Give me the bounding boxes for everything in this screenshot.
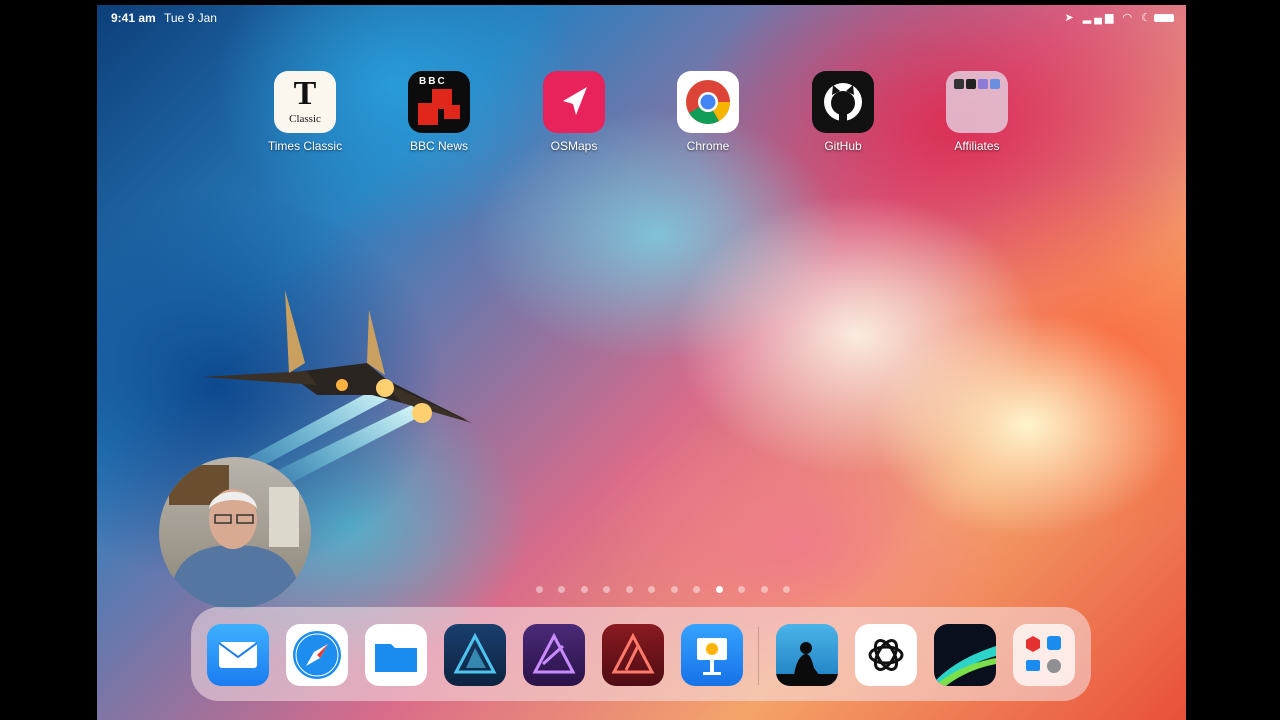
keynote-icon[interactable] — [681, 624, 743, 686]
folder-affiliates[interactable]: Affiliates — [937, 71, 1017, 153]
status-time: 9:41 am — [111, 11, 156, 25]
bbc-logo-text: BBC — [419, 76, 447, 87]
osmaps-icon — [543, 71, 605, 133]
page-dot — [625, 586, 633, 593]
ipad-home-screen: 9:41 am Tue 9 Jan ➤ ▂▄▆ ◠ ☾ T Classic Ti… — [97, 5, 1186, 720]
affinity-photo-icon[interactable] — [523, 624, 585, 686]
app-times-classic[interactable]: T Classic Times Classic — [265, 71, 345, 153]
app-label: OSMaps — [550, 139, 598, 153]
app-chrome[interactable]: Chrome — [668, 71, 748, 153]
status-date: Tue 9 Jan — [164, 11, 217, 25]
lumafusion-icon[interactable] — [934, 624, 996, 686]
navigation-arrow-icon — [563, 87, 587, 115]
folder-label: Affiliates — [954, 139, 1000, 153]
safari-icon[interactable] — [286, 624, 348, 686]
app-library-icon[interactable] — [1013, 624, 1075, 686]
dock-separator — [758, 627, 759, 685]
app-label: Times Classic — [267, 139, 343, 153]
app-label: BBC News — [409, 139, 468, 153]
bbc-news-icon: BBC — [408, 71, 470, 133]
times-classic-icon: T Classic — [274, 71, 336, 133]
page-indicator[interactable] — [536, 580, 801, 593]
page-dot-current — [715, 586, 723, 593]
page-dot — [580, 586, 588, 593]
octocat-icon — [824, 83, 862, 122]
app-github[interactable]: GitHub — [803, 71, 883, 153]
chrome-icon — [677, 71, 739, 133]
chrome-logo-icon — [686, 80, 730, 124]
github-icon — [812, 71, 874, 133]
times-classic-t: T — [293, 75, 317, 112]
bbc-blocks-icon — [418, 89, 460, 125]
affinity-publisher-icon[interactable] — [602, 624, 664, 686]
folder-icon — [946, 71, 1008, 133]
page-dot — [536, 586, 543, 593]
app-label: Chrome — [686, 139, 730, 153]
kindle-icon[interactable] — [776, 624, 838, 686]
spaceship-illustration — [197, 290, 472, 485]
page-dot — [558, 586, 566, 593]
presenter-avatar — [169, 465, 301, 609]
battery-icon — [1154, 14, 1174, 22]
app-label: GitHub — [824, 139, 862, 153]
page-dot — [760, 586, 768, 593]
app-bbc-news[interactable]: BBC BBC News — [399, 71, 479, 153]
app-osmaps[interactable]: OSMaps — [534, 71, 614, 153]
page-dot — [782, 586, 790, 593]
times-classic-subtext: Classic — [289, 113, 321, 125]
page-dot — [603, 586, 611, 593]
webcam-overlay — [159, 457, 311, 609]
signal-wifi-icons: ➤ ▂▄▆ ◠ ☾ — [1064, 12, 1154, 24]
page-dot — [648, 586, 656, 593]
status-bar: 9:41 am Tue 9 Jan ➤ ▂▄▆ ◠ ☾ — [97, 5, 1186, 29]
dock — [191, 607, 1091, 701]
page-dot — [738, 586, 746, 593]
mail-icon[interactable] — [207, 624, 269, 686]
files-icon[interactable] — [365, 624, 427, 686]
page-dot — [693, 586, 701, 593]
affinity-designer-icon[interactable] — [444, 624, 506, 686]
page-dot — [670, 586, 678, 593]
chatgpt-icon[interactable] — [855, 624, 917, 686]
